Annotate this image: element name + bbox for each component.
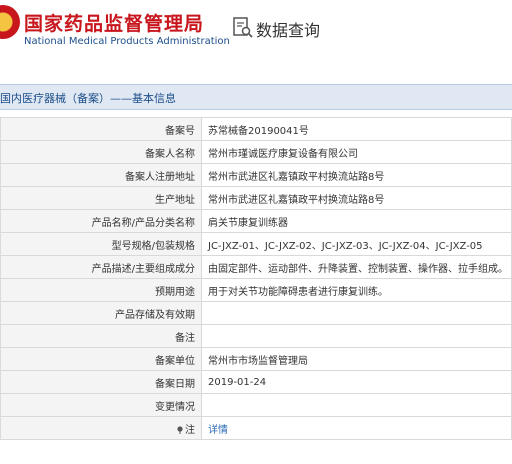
field-value: 由固定部件、运动部件、升降装置、控制装置、操作器、拉手组成。 <box>201 255 512 279</box>
field-value: 苏常械备20190041号 <box>201 117 512 141</box>
data-query-icon[interactable] <box>233 17 253 39</box>
section-header: 国内医疗器械（备案）——基本信息 <box>0 84 512 110</box>
site-header: 国家药品监督管理局 National Medical Products Admi… <box>0 0 512 64</box>
field-label: 产品描述/主要组成成分 <box>0 255 202 279</box>
table-row: 备案日期 2019-01-24 <box>0 370 512 394</box>
table-row: 备注 <box>0 324 512 348</box>
table-row: 产品名称/产品分类名称 肩关节康复训练器 <box>0 209 512 233</box>
site-subtitle: National Medical Products Administration <box>24 36 230 47</box>
field-value <box>201 301 512 325</box>
field-label: 变更情况 <box>0 393 202 417</box>
table-row: 备案单位 常州市市场监督管理局 <box>0 347 512 371</box>
table-row: 备案人注册地址 常州市武进区礼嘉镇政平村换流站路8号 <box>0 163 512 187</box>
pin-icon <box>177 425 183 434</box>
field-label: 预期用途 <box>0 278 202 302</box>
table-row: 备案人名称 常州市瑾诚医疗康复设备有限公司 <box>0 140 512 164</box>
field-value <box>201 324 512 348</box>
field-label: 产品名称/产品分类名称 <box>0 209 202 233</box>
record-info-table: 备案号 苏常械备20190041号 备案人名称 常州市瑾诚医疗康复设备有限公司 备案人注… <box>0 117 512 440</box>
table-row: 产品描述/主要组成成分 由固定部件、运动部件、升降装置、控制装置、操作器、拉手组成… <box>0 255 512 279</box>
field-value: 常州市武进区礼嘉镇政平村换流站路8号 <box>201 186 512 210</box>
note-label: 注 <box>185 424 195 436</box>
emblem-logo <box>0 5 20 39</box>
note-label-cell: 注 <box>0 416 202 440</box>
field-label: 生产地址 <box>0 186 202 210</box>
field-label: 型号规格/包装规格 <box>0 232 202 256</box>
data-query-label[interactable]: 数据查询 <box>256 17 320 41</box>
field-value: 常州市瑾诚医疗康复设备有限公司 <box>201 140 512 164</box>
section-title: 国内医疗器械（备案）——基本信息 <box>0 92 176 105</box>
details-link[interactable]: 详情 <box>208 425 228 436</box>
field-value: 用于对关节功能障碍患者进行康复训练。 <box>201 278 512 302</box>
table-row: 型号规格/包装规格 JC-JXZ-01、JC-JXZ-02、JC-JXZ-03、J… <box>0 232 512 256</box>
table-row: 变更情况 <box>0 393 512 417</box>
table-row: 生产地址 常州市武进区礼嘉镇政平村换流站路8号 <box>0 186 512 210</box>
site-title: 国家药品监督管理局 <box>24 13 205 35</box>
field-label: 产品存储及有效期 <box>0 301 202 325</box>
table-row: 备案号 苏常械备20190041号 <box>0 117 512 141</box>
table-row: 注 详情 <box>0 416 512 440</box>
table-row: 产品存储及有效期 <box>0 301 512 325</box>
field-value <box>201 393 512 417</box>
field-value: 常州市武进区礼嘉镇政平村换流站路8号 <box>201 163 512 187</box>
field-label: 备案人名称 <box>0 140 202 164</box>
field-label: 备案号 <box>0 117 202 141</box>
field-value: 常州市市场监督管理局 <box>201 347 512 371</box>
field-label: 备案日期 <box>0 370 202 394</box>
field-value: JC-JXZ-01、JC-JXZ-02、JC-JXZ-03、JC-JXZ-04、… <box>201 232 512 256</box>
field-label: 备案单位 <box>0 347 202 371</box>
field-value: 肩关节康复训练器 <box>201 209 512 233</box>
field-value: 2019-01-24 <box>201 370 512 394</box>
note-value-cell: 详情 <box>201 416 512 440</box>
field-label: 备注 <box>0 324 202 348</box>
field-label: 备案人注册地址 <box>0 163 202 187</box>
table-row: 预期用途 用于对关节功能障碍患者进行康复训练。 <box>0 278 512 302</box>
